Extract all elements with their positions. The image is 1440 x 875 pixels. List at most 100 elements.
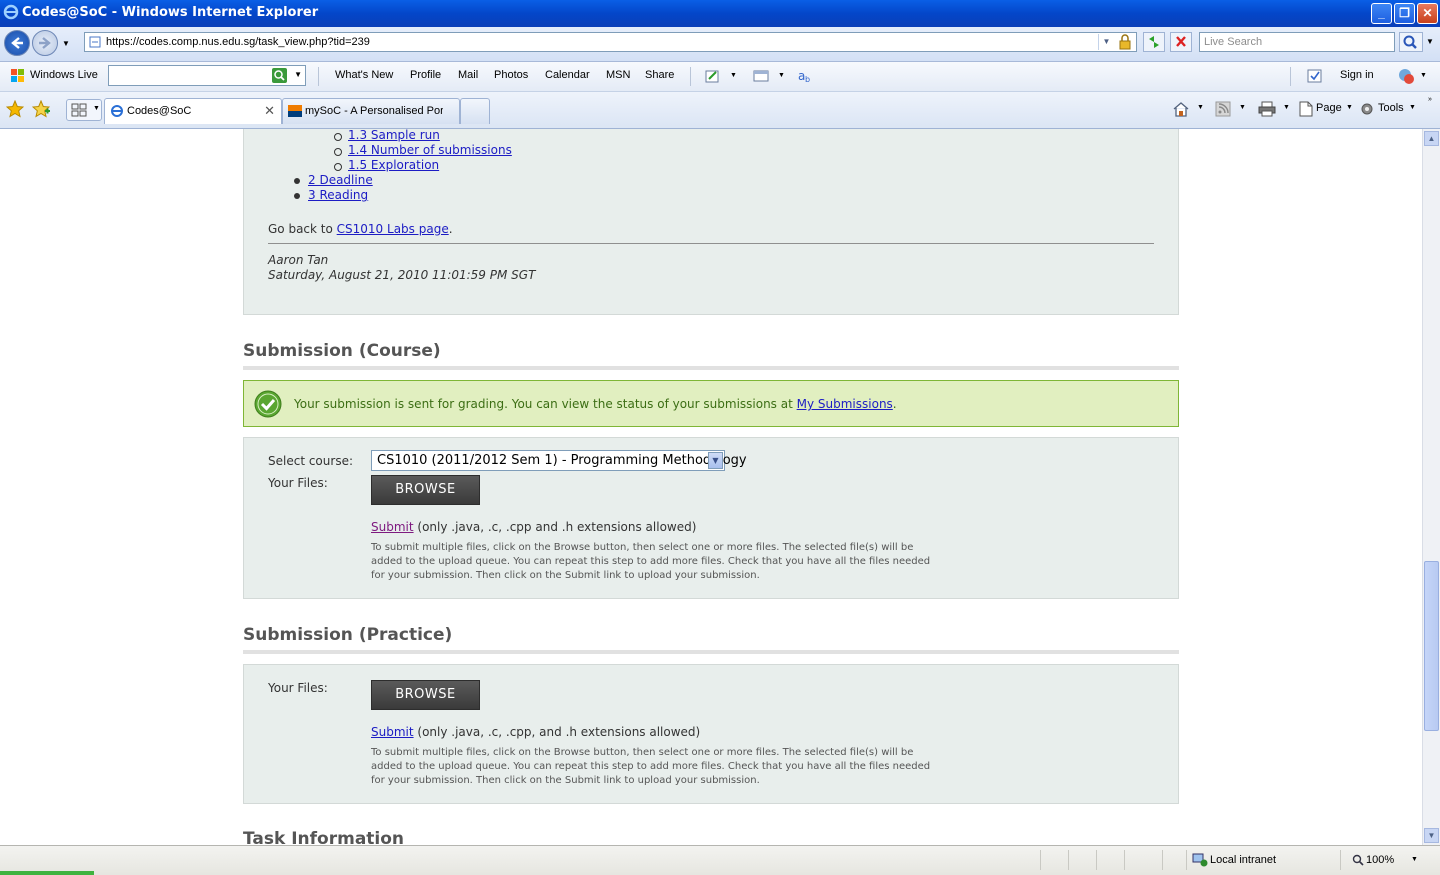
window-dropdown-icon[interactable]: ▼ bbox=[778, 72, 785, 79]
home-icon[interactable] bbox=[1172, 101, 1190, 117]
back-button[interactable] bbox=[4, 30, 30, 56]
link-msn[interactable]: MSN bbox=[606, 69, 630, 81]
search-icon[interactable] bbox=[272, 68, 287, 83]
success-message-box: Your submission is sent for grading. You… bbox=[243, 380, 1179, 427]
search-dropdown-icon[interactable]: ▼ bbox=[294, 70, 302, 79]
tab-label: Codes@SoC bbox=[127, 105, 192, 117]
zoom-icon[interactable] bbox=[1352, 854, 1364, 866]
tab-mysoc[interactable]: mySoC - A Personalised Port... bbox=[282, 98, 460, 124]
minimize-icon: _ bbox=[1378, 6, 1385, 20]
practice-submit-line: Submit (only .java, .c, .cpp, and .h ext… bbox=[371, 725, 700, 739]
quick-tabs-icon bbox=[71, 103, 87, 117]
toolbar-separator bbox=[318, 67, 319, 86]
window-icon[interactable] bbox=[752, 67, 770, 85]
page-menu-icon[interactable] bbox=[1297, 101, 1315, 117]
practice-submit-link[interactable]: Submit bbox=[371, 725, 414, 739]
search-icon bbox=[1403, 35, 1417, 49]
my-submissions-link[interactable]: My Submissions bbox=[797, 397, 893, 411]
practice-browse-button[interactable]: BROWSE bbox=[371, 680, 480, 710]
security-zone-label[interactable]: Local intranet bbox=[1210, 854, 1276, 866]
close-window-button[interactable]: ✕ bbox=[1417, 3, 1438, 24]
submit-link[interactable]: Submit bbox=[371, 520, 414, 534]
messenger-status-icon[interactable] bbox=[1397, 67, 1415, 85]
browse-button[interactable]: BROWSE bbox=[371, 475, 480, 505]
scroll-down-arrow-icon[interactable]: ▼ bbox=[1424, 828, 1439, 843]
toc-link-deadline[interactable]: 2 Deadline bbox=[308, 173, 373, 187]
windows-live-toolbar: Windows Live ▼ What's New Profile Mail P… bbox=[0, 62, 1440, 92]
highlight-icon[interactable] bbox=[704, 67, 722, 85]
select-course-label: Select course: bbox=[268, 454, 353, 468]
link-calendar[interactable]: Calendar bbox=[545, 69, 590, 81]
tools-menu-label[interactable]: Tools bbox=[1378, 102, 1404, 114]
windows-live-search-input[interactable]: ▼ bbox=[108, 65, 306, 86]
checklist-icon[interactable] bbox=[1306, 67, 1324, 85]
refresh-button[interactable] bbox=[1143, 32, 1165, 52]
toc-link-sample-run[interactable]: 1.3 Sample run bbox=[348, 129, 440, 142]
highlight-dropdown-icon[interactable]: ▼ bbox=[730, 72, 737, 79]
gear-icon[interactable] bbox=[1358, 101, 1376, 117]
sign-in-link[interactable]: Sign in bbox=[1340, 69, 1374, 81]
zoom-dropdown-icon[interactable]: ▼ bbox=[1411, 856, 1418, 863]
page-dropdown-icon[interactable]: ▼ bbox=[1346, 104, 1353, 111]
tools-dropdown-icon[interactable]: ▼ bbox=[1409, 104, 1416, 111]
add-favorite-icon[interactable] bbox=[32, 100, 50, 118]
toc-link-number-of-submissions[interactable]: 1.4 Number of submissions bbox=[348, 143, 512, 157]
svg-text:b: b bbox=[805, 75, 810, 84]
page-menu-label[interactable]: Page bbox=[1316, 102, 1342, 114]
favorites-star-icon[interactable] bbox=[6, 100, 24, 118]
translate-icon[interactable]: ab bbox=[796, 67, 814, 85]
link-photos[interactable]: Photos bbox=[494, 69, 528, 81]
tab-label: mySoC - A Personalised Port... bbox=[305, 105, 443, 117]
vertical-scrollbar[interactable]: ▲ ▼ bbox=[1422, 129, 1440, 845]
toolbar-overflow-icon[interactable]: » bbox=[1428, 96, 1432, 103]
url-field[interactable]: https://codes.comp.nus.edu.sg/task_view.… bbox=[84, 32, 1137, 52]
print-dropdown-icon[interactable]: ▼ bbox=[1283, 104, 1290, 111]
quick-tabs-button[interactable]: ▼ bbox=[66, 99, 102, 121]
scroll-up-arrow-icon[interactable]: ▲ bbox=[1424, 131, 1439, 146]
status-divider bbox=[1340, 850, 1341, 870]
go-back-suffix: . bbox=[448, 222, 453, 236]
nus-favicon-icon bbox=[288, 105, 302, 117]
search-options-dropdown-icon[interactable]: ▼ bbox=[1426, 37, 1434, 46]
tab-list-dropdown-icon[interactable]: ▼ bbox=[93, 105, 100, 112]
feeds-icon[interactable] bbox=[1214, 101, 1232, 117]
window-title-bar[interactable]: Codes@SoC - Windows Internet Explorer _ … bbox=[0, 0, 1440, 27]
task-information-title: Task Information bbox=[243, 829, 405, 845]
course-select-value: CS1010 (2011/2012 Sem 1) - Programming M… bbox=[377, 453, 747, 468]
lock-icon[interactable] bbox=[1117, 34, 1133, 50]
close-tab-icon[interactable]: ✕ bbox=[264, 103, 275, 119]
address-bar: ▼ https://codes.comp.nus.edu.sg/task_vie… bbox=[0, 27, 1440, 62]
toc-link-exploration[interactable]: 1.5 Exploration bbox=[348, 158, 439, 172]
link-share[interactable]: Share bbox=[645, 69, 674, 81]
page-viewport[interactable]: 1.3 Sample run 1.4 Number of submissions… bbox=[0, 129, 1422, 845]
restore-button[interactable]: ❐ bbox=[1394, 3, 1415, 24]
search-button[interactable] bbox=[1399, 32, 1423, 52]
messenger-dropdown-icon[interactable]: ▼ bbox=[1420, 72, 1427, 79]
scrollbar-thumb[interactable] bbox=[1424, 561, 1439, 731]
stop-button[interactable] bbox=[1170, 32, 1192, 52]
forward-button[interactable] bbox=[32, 30, 58, 56]
cs1010-labs-link[interactable]: CS1010 Labs page bbox=[337, 222, 449, 236]
zoom-level[interactable]: 100% bbox=[1366, 854, 1394, 866]
link-profile[interactable]: Profile bbox=[410, 69, 441, 81]
link-mail[interactable]: Mail bbox=[458, 69, 478, 81]
feeds-dropdown-icon[interactable]: ▼ bbox=[1239, 104, 1246, 111]
toc-link-reading[interactable]: 3 Reading bbox=[308, 188, 368, 202]
course-select[interactable]: CS1010 (2011/2012 Sem 1) - Programming M… bbox=[371, 450, 747, 471]
windows-live-brand[interactable]: Windows Live bbox=[30, 69, 98, 81]
status-divider bbox=[1068, 850, 1069, 870]
new-tab-button[interactable] bbox=[460, 98, 490, 124]
go-back-line: Go back to CS1010 Labs page. bbox=[268, 222, 453, 236]
chevron-down-icon[interactable]: ▼ bbox=[708, 452, 723, 469]
link-whats-new[interactable]: What's New bbox=[335, 69, 393, 81]
url-dropdown-icon[interactable]: ▼ bbox=[1098, 34, 1114, 50]
live-search-input[interactable]: Live Search bbox=[1199, 32, 1395, 52]
local-intranet-icon bbox=[1192, 853, 1208, 867]
status-bar: Local intranet 100% ▼ bbox=[0, 845, 1440, 875]
print-icon[interactable] bbox=[1258, 101, 1276, 117]
home-dropdown-icon[interactable]: ▼ bbox=[1197, 104, 1204, 111]
restore-icon: ❐ bbox=[1399, 6, 1410, 20]
recent-pages-dropdown-icon[interactable]: ▼ bbox=[62, 39, 70, 48]
minimize-button[interactable]: _ bbox=[1371, 3, 1392, 24]
tab-codes-soc[interactable]: Codes@SoC ✕ bbox=[104, 98, 282, 124]
